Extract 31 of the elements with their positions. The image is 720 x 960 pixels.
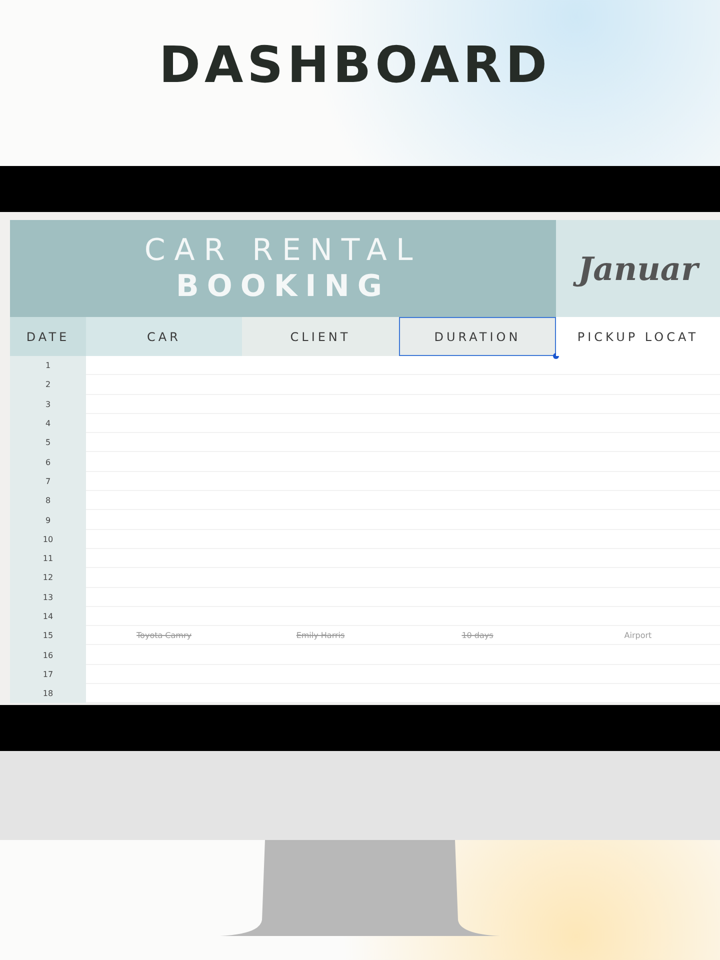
row-number: 12 bbox=[10, 568, 86, 588]
table-cell: 10 days bbox=[399, 626, 556, 646]
row-number: 6 bbox=[10, 452, 86, 472]
table-cell: Toyota Camry bbox=[86, 626, 242, 646]
row-number: 1 bbox=[10, 356, 86, 376]
column-header[interactable]: DURATION bbox=[399, 317, 556, 356]
row-number: 10 bbox=[10, 530, 86, 549]
row-number: 8 bbox=[10, 491, 86, 510]
row-number: 9 bbox=[10, 510, 86, 530]
row-number: 5 bbox=[10, 433, 86, 452]
row-number: 18 bbox=[10, 684, 86, 704]
column-header[interactable]: PICKUP LOCAT bbox=[556, 317, 720, 356]
row-number: 2 bbox=[10, 375, 86, 395]
row-number: 4 bbox=[10, 414, 86, 434]
month-title: Januar bbox=[556, 220, 720, 317]
table-cell: Emily Harris bbox=[242, 626, 399, 646]
row-number: 13 bbox=[10, 588, 86, 607]
row-number: 15 bbox=[10, 626, 86, 646]
row-number: 17 bbox=[10, 664, 86, 684]
row-number: 3 bbox=[10, 394, 86, 414]
page-title: DASHBOARD bbox=[158, 36, 552, 94]
sheet-title: BOOKING bbox=[176, 268, 390, 304]
row-number: 14 bbox=[10, 606, 86, 626]
sheet-title: CAR RENTAL bbox=[144, 232, 422, 268]
column-header[interactable]: DATE bbox=[10, 317, 86, 356]
table-cell: Airport bbox=[556, 626, 720, 646]
column-header[interactable]: CAR bbox=[86, 317, 242, 356]
row-number: 7 bbox=[10, 472, 86, 492]
row-number: 11 bbox=[10, 548, 86, 568]
column-header[interactable]: CLIENT bbox=[242, 317, 399, 356]
row-number: 16 bbox=[10, 645, 86, 665]
